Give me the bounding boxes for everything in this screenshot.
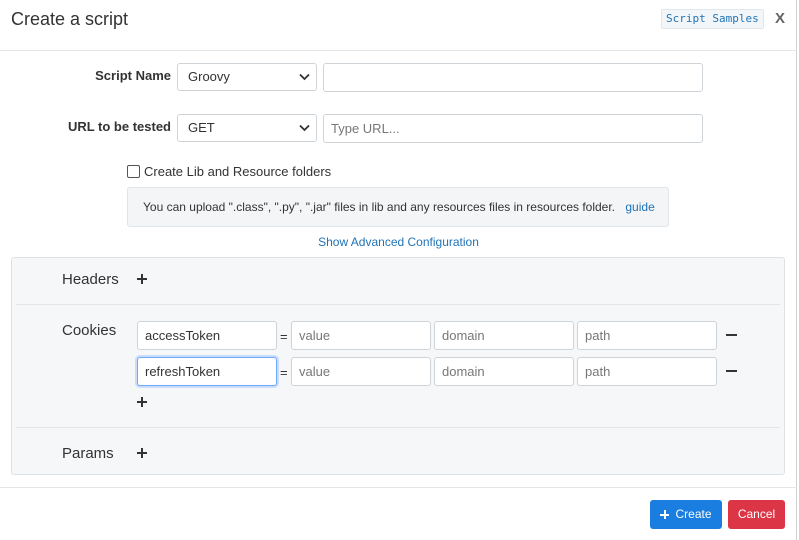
advanced-config-panel: Headers Cookies accessToken = value doma…	[11, 257, 785, 475]
url-label: URL to be tested	[67, 119, 171, 134]
cookie-path-input[interactable]: path	[577, 321, 717, 350]
advanced-config-row: Show Advanced Configuration	[0, 235, 797, 249]
dialog-footer-divider	[0, 487, 797, 488]
cookies-label: Cookies	[62, 322, 117, 339]
lib-resource-checkbox[interactable]	[127, 165, 140, 178]
add-cookie-plus-icon[interactable]	[137, 396, 149, 408]
chevron-down-icon	[299, 124, 310, 132]
add-param-plus-icon[interactable]	[137, 447, 149, 459]
upload-info-text: You can upload ".class", ".py", ".jar" f…	[143, 200, 616, 214]
cookie-value-input[interactable]: value	[291, 357, 431, 386]
show-advanced-config-link[interactable]: Show Advanced Configuration	[318, 235, 479, 249]
language-select[interactable]: Groovy	[177, 63, 317, 91]
cookie-equals-sign: =	[280, 329, 288, 344]
lib-resource-checkbox-row[interactable]: Create Lib and Resource folders	[127, 164, 331, 179]
cookie-name-input[interactable]: refreshToken	[137, 357, 277, 386]
create-script-dialog: Create a script Script Samples X Script …	[0, 0, 797, 540]
remove-cookie-minus-icon[interactable]	[726, 365, 737, 377]
cookie-name-input[interactable]: accessToken	[137, 321, 277, 350]
lib-resource-checkbox-label: Create Lib and Resource folders	[144, 164, 332, 179]
plus-icon	[660, 510, 670, 519]
script-name-label: Script Name	[95, 68, 171, 83]
section-divider	[16, 304, 780, 305]
headers-label: Headers	[62, 271, 119, 288]
cookie-equals-sign: =	[280, 365, 288, 380]
script-name-input[interactable]	[323, 63, 703, 92]
upload-info-box: You can upload ".class", ".py", ".jar" f…	[127, 187, 669, 227]
script-samples-button[interactable]: Script Samples	[661, 9, 764, 29]
cancel-button[interactable]: Cancel	[728, 500, 785, 529]
chevron-down-icon	[299, 73, 310, 81]
url-input[interactable]: Type URL...	[323, 114, 703, 143]
dialog-title: Create a script	[11, 9, 129, 29]
cookie-path-input[interactable]: path	[577, 357, 717, 386]
http-method-select[interactable]: GET	[177, 114, 317, 142]
add-header-plus-icon[interactable]	[137, 273, 149, 285]
remove-cookie-minus-icon[interactable]	[726, 329, 737, 341]
create-button[interactable]: Create	[650, 500, 722, 529]
http-method-select-value: GET	[188, 120, 215, 135]
cookie-domain-input[interactable]: domain	[434, 357, 574, 386]
guide-link[interactable]: guide	[625, 200, 654, 214]
language-select-value: Groovy	[188, 69, 230, 84]
cookie-domain-input[interactable]: domain	[434, 321, 574, 350]
close-icon[interactable]: X	[775, 10, 785, 27]
dialog-header: Create a script Script Samples X	[0, 0, 797, 51]
create-button-label: Create	[675, 507, 712, 521]
cookie-value-input[interactable]: value	[291, 321, 431, 350]
params-label: Params	[62, 445, 114, 462]
section-divider	[16, 427, 780, 428]
